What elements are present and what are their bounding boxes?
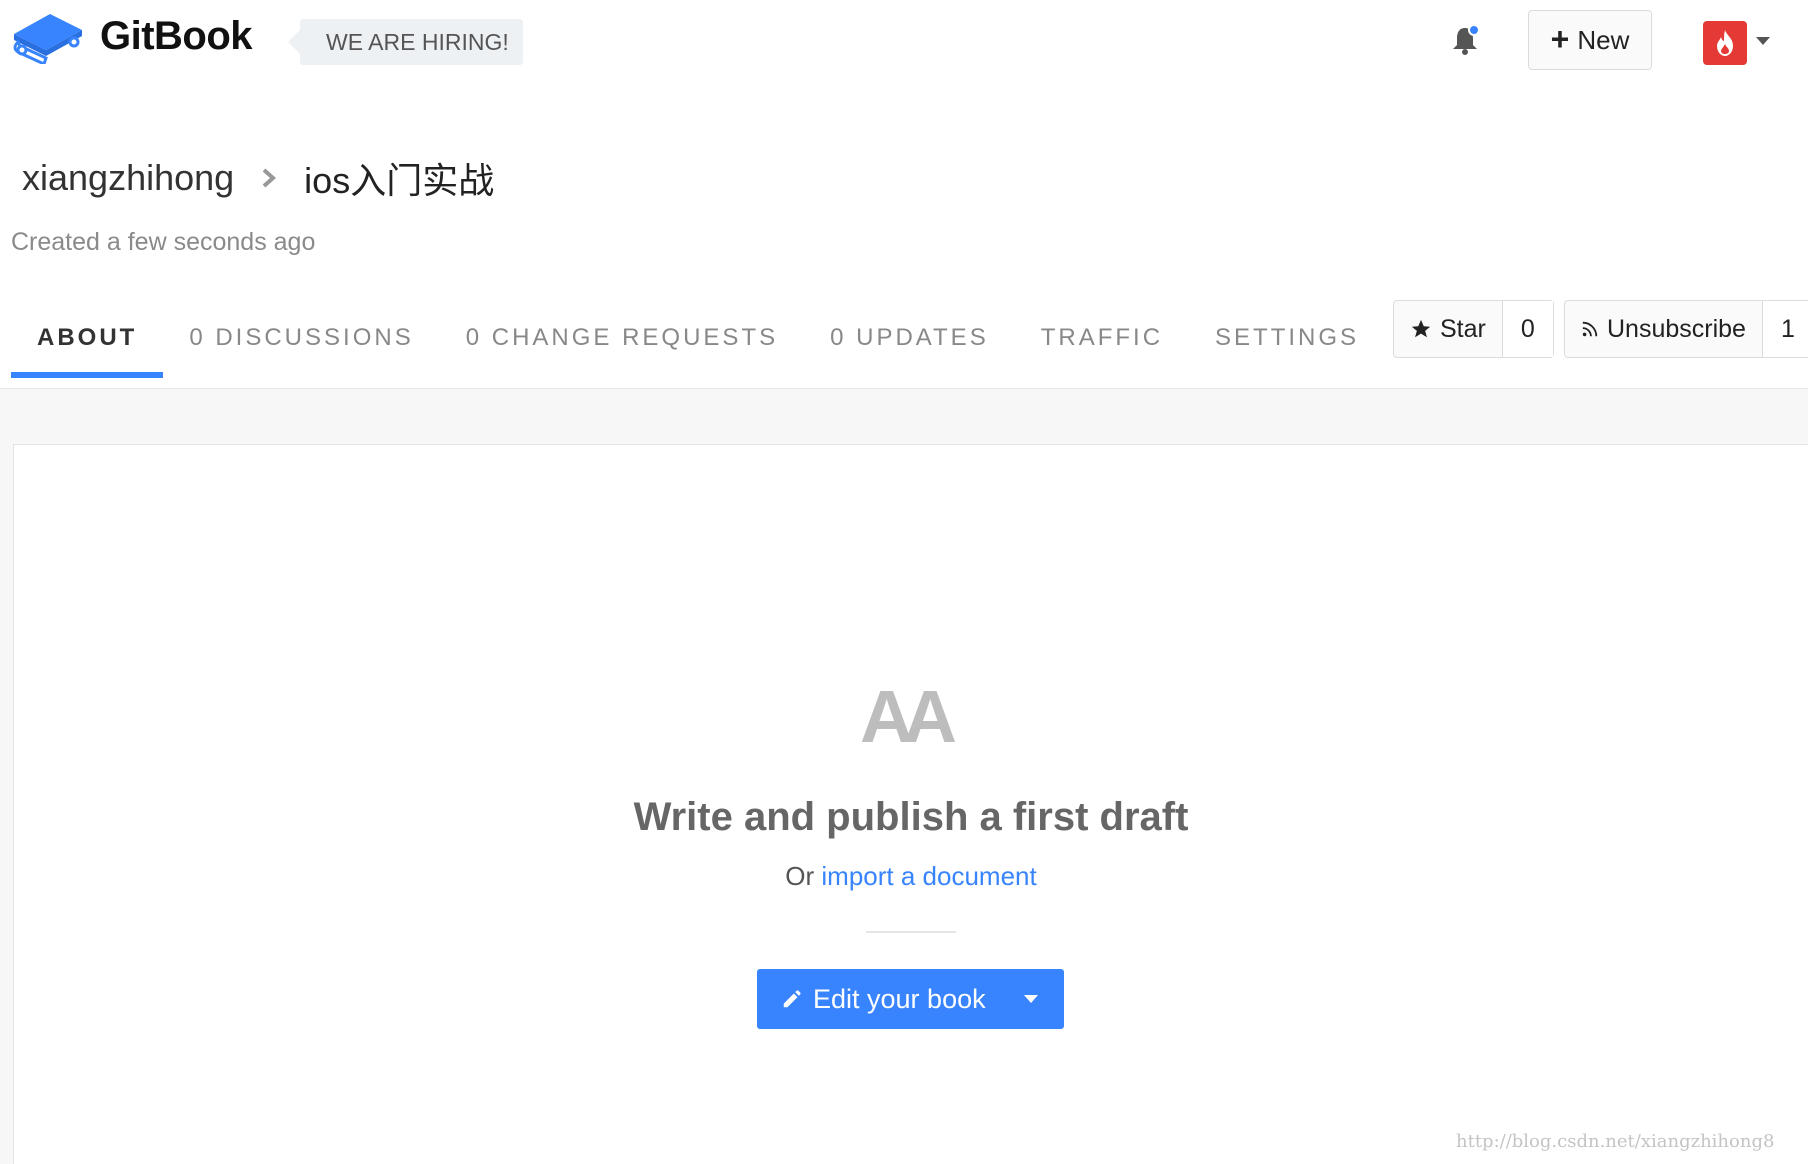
edit-book-button-group: Edit your book — [757, 969, 1064, 1029]
subscriber-count[interactable]: 1 — [1762, 301, 1808, 357]
unsubscribe-button-label: Unsubscribe — [1607, 314, 1746, 343]
caret-down-icon — [1024, 995, 1038, 1003]
empty-state-subtitle: Or import a document — [0, 861, 1808, 892]
logo-text: GitBook — [100, 13, 253, 58]
edit-book-label: Edit your book — [813, 983, 986, 1014]
empty-state-title: Write and publish a first draft — [633, 795, 1189, 839]
subscribe-button-group: Unsubscribe 1 — [1564, 300, 1808, 358]
notification-dot — [1468, 24, 1480, 36]
tab-settings[interactable]: SETTINGS — [1189, 298, 1385, 378]
gitbook-logo[interactable]: GitBook — [10, 8, 253, 64]
typography-icon: AA — [860, 675, 965, 750]
tab-about[interactable]: ABOUT — [11, 298, 164, 378]
edit-book-button[interactable]: Edit your book — [757, 984, 998, 1015]
rss-icon — [1582, 321, 1598, 337]
breadcrumb-owner-link[interactable]: xiangzhihong — [22, 157, 234, 199]
avatar[interactable] — [1703, 21, 1747, 65]
flame-icon — [1717, 30, 1733, 56]
import-document-link[interactable]: import a document — [821, 861, 1036, 891]
star-button-label: Star — [1440, 314, 1486, 343]
chevron-down-icon[interactable] — [1756, 37, 1770, 45]
top-bar: GitBook WE ARE HIRING! + New — [0, 0, 1808, 80]
gitbook-book-icon — [13, 14, 82, 64]
tab-change-requests[interactable]: 0 CHANGE REQUESTS — [440, 298, 804, 378]
tab-discussions[interactable]: 0 DISCUSSIONS — [163, 298, 439, 378]
subtitle-prefix: Or — [785, 861, 815, 891]
chevron-right-icon — [244, 160, 294, 196]
notifications-button[interactable] — [1448, 22, 1482, 58]
book-tabs: ABOUT 0 DISCUSSIONS 0 CHANGE REQUESTS 0 … — [11, 310, 1385, 390]
star-button-group: Star 0 — [1393, 300, 1554, 358]
new-button-label: New — [1577, 24, 1630, 55]
edit-options-dropdown[interactable] — [998, 969, 1064, 1029]
new-button[interactable]: + New — [1528, 10, 1652, 70]
unsubscribe-button[interactable]: Unsubscribe — [1565, 301, 1763, 357]
gitbook-book-page: GitBook WE ARE HIRING! + New xiangzhihon… — [0, 0, 1808, 1164]
pencil-icon — [783, 990, 801, 1008]
divider — [866, 931, 956, 933]
breadcrumb: xiangzhihong ios入门实战 — [22, 150, 494, 206]
star-button[interactable]: Star — [1394, 301, 1503, 357]
created-timestamp: Created a few seconds ago — [11, 228, 316, 256]
tab-updates[interactable]: 0 UPDATES — [804, 298, 1015, 378]
watermark: http://blog.csdn.net/xiangzhihong8 — [1456, 1131, 1775, 1152]
star-icon — [1411, 319, 1431, 338]
page-title: ios入门实战 — [304, 160, 495, 201]
plus-icon: + — [1550, 21, 1570, 57]
tab-traffic[interactable]: TRAFFIC — [1015, 298, 1189, 378]
star-count[interactable]: 0 — [1502, 301, 1553, 357]
hiring-badge[interactable]: WE ARE HIRING! — [288, 19, 523, 65]
svg-text:AA: AA — [860, 675, 955, 750]
